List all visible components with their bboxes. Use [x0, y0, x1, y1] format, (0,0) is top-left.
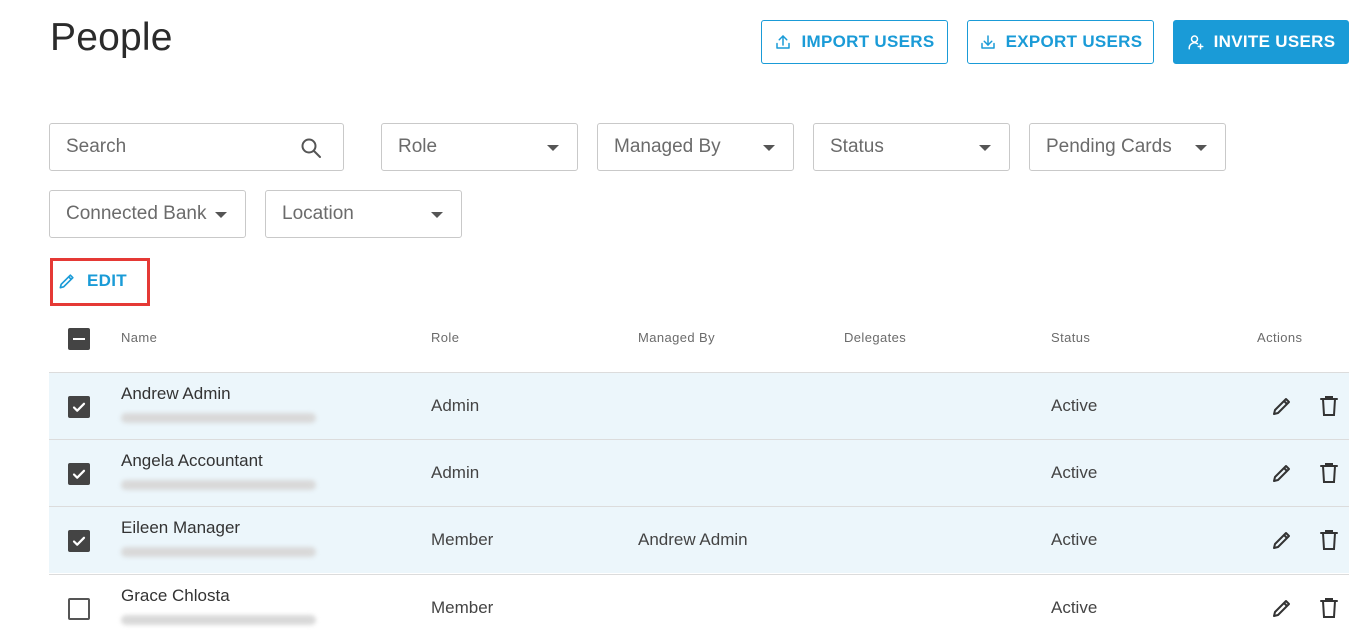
invite-users-label: INVITE USERS — [1213, 32, 1336, 51]
chevron-down-icon — [979, 145, 991, 151]
user-status: Active — [1051, 530, 1098, 549]
page-title: People — [50, 16, 173, 59]
delete-user-icon[interactable] — [1318, 394, 1340, 418]
row-checkbox[interactable] — [68, 396, 90, 418]
user-role: Member — [431, 530, 494, 549]
chevron-down-icon — [763, 145, 775, 151]
export-users-label: EXPORT USERS — [1005, 32, 1143, 51]
row-checkbox[interactable] — [68, 530, 90, 552]
column-header-actions: Actions — [1257, 330, 1303, 345]
user-name: Angela Accountant — [121, 451, 263, 470]
redacted-email — [121, 615, 316, 625]
column-header-name[interactable]: Name — [121, 330, 157, 345]
bulk-edit-button[interactable]: EDIT — [57, 271, 127, 291]
user-role: Member — [431, 598, 494, 617]
edit-user-icon[interactable] — [1270, 596, 1294, 620]
check-icon — [72, 469, 86, 479]
edit-user-icon[interactable] — [1270, 394, 1294, 418]
user-role: Admin — [431, 463, 480, 482]
managed-by-filter-label: Managed By — [614, 136, 721, 157]
table-row[interactable]: Andrew Admin Admin Active — [49, 372, 1349, 439]
user-role: Admin — [431, 396, 480, 415]
check-icon — [72, 536, 86, 546]
user-name: Eileen Manager — [121, 518, 241, 537]
chevron-down-icon — [431, 212, 443, 218]
user-status: Active — [1051, 396, 1098, 415]
user-status: Active — [1051, 463, 1098, 482]
chevron-down-icon — [547, 145, 559, 151]
connected-bank-filter-label: Connected Bank — [66, 203, 207, 224]
row-checkbox[interactable] — [68, 463, 90, 485]
redacted-email — [121, 480, 316, 490]
role-filter-label: Role — [398, 136, 438, 157]
download-icon — [980, 35, 995, 49]
import-users-label: IMPORT USERS — [801, 32, 935, 51]
chevron-down-icon — [1195, 145, 1207, 151]
delete-user-icon[interactable] — [1318, 528, 1340, 552]
delete-user-icon[interactable] — [1318, 596, 1340, 620]
managed-by-filter[interactable]: Managed By — [597, 123, 794, 171]
redacted-email — [121, 547, 316, 557]
status-filter-label: Status — [830, 136, 884, 157]
edit-user-icon[interactable] — [1270, 528, 1294, 552]
chevron-down-icon — [215, 212, 227, 218]
column-header-status[interactable]: Status — [1051, 330, 1090, 345]
pencil-icon — [59, 274, 74, 289]
check-icon — [72, 402, 86, 412]
search-icon[interactable] — [299, 136, 323, 160]
user-status: Active — [1051, 598, 1098, 617]
table-row[interactable]: Eileen Manager Member Andrew Admin Activ… — [49, 506, 1349, 573]
select-all-checkbox[interactable] — [68, 328, 90, 350]
role-filter[interactable]: Role — [381, 123, 578, 171]
delete-user-icon[interactable] — [1318, 461, 1340, 485]
add-user-icon — [1188, 35, 1204, 50]
connected-bank-filter[interactable]: Connected Bank — [49, 190, 246, 238]
user-name: Grace Chlosta — [121, 586, 230, 605]
bulk-edit-label: EDIT — [87, 271, 127, 290]
row-checkbox[interactable] — [68, 598, 90, 620]
location-filter[interactable]: Location — [265, 190, 462, 238]
user-name: Andrew Admin — [121, 384, 231, 403]
edit-user-icon[interactable] — [1270, 461, 1294, 485]
search-placeholder: Search — [66, 136, 127, 157]
pending-cards-filter-label: Pending Cards — [1046, 136, 1172, 157]
column-header-role[interactable]: Role — [431, 330, 459, 345]
export-users-button[interactable]: EXPORT USERS — [967, 20, 1154, 64]
column-header-delegates[interactable]: Delegates — [844, 330, 906, 345]
invite-users-button[interactable]: INVITE USERS — [1173, 20, 1349, 64]
pending-cards-filter[interactable]: Pending Cards — [1029, 123, 1226, 171]
location-filter-label: Location — [282, 203, 354, 224]
table-row[interactable]: Angela Accountant Admin Active — [49, 439, 1349, 506]
column-header-managed-by[interactable]: Managed By — [638, 330, 715, 345]
table-row[interactable]: Grace Chlosta Member Active — [49, 574, 1349, 636]
user-managed-by: Andrew Admin — [638, 530, 748, 549]
status-filter[interactable]: Status — [813, 123, 1010, 171]
upload-icon — [776, 35, 791, 49]
redacted-email — [121, 413, 316, 423]
search-input[interactable]: Search — [49, 123, 344, 171]
import-users-button[interactable]: IMPORT USERS — [761, 20, 948, 64]
